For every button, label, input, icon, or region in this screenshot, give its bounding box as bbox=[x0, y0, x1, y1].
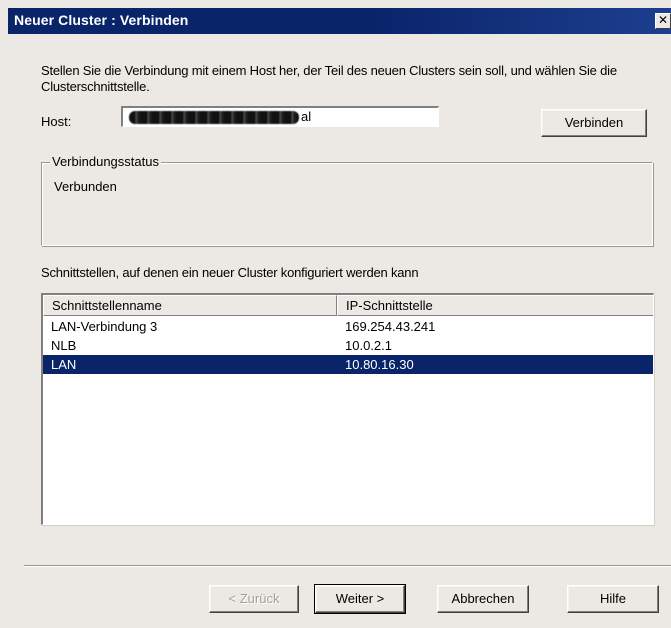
back-button[interactable]: < Zurück bbox=[209, 585, 299, 613]
list-row-selected[interactable]: LAN 10.80.16.30 bbox=[43, 355, 653, 374]
row-interface-name: LAN bbox=[51, 357, 77, 372]
interfaces-caption: Schnittstellen, auf denen ein neuer Clus… bbox=[41, 265, 419, 280]
row-ip-address: 10.0.2.1 bbox=[345, 338, 392, 353]
row-interface-name: LAN-Verbindung 3 bbox=[51, 319, 158, 334]
help-button[interactable]: Hilfe bbox=[567, 585, 659, 613]
cancel-button[interactable]: Abbrechen bbox=[437, 585, 529, 613]
intro-text: Stellen Sie die Verbindung mit einem Hos… bbox=[41, 63, 617, 94]
interfaces-list[interactable]: Schnittstellenname IP-Schnittstelle LAN-… bbox=[41, 293, 654, 525]
row-ip-address: 169.254.43.241 bbox=[345, 319, 436, 334]
list-header: Schnittstellenname IP-Schnittstelle bbox=[43, 295, 653, 316]
close-icon[interactable]: ✕ bbox=[655, 13, 671, 29]
column-header-interface-name[interactable]: Schnittstellenname bbox=[43, 295, 337, 316]
connection-status-group: Verbindungsstatus Verbunden bbox=[41, 154, 653, 246]
redacted-hostname bbox=[129, 111, 299, 124]
host-input[interactable]: al bbox=[121, 106, 439, 127]
row-ip-address: 10.80.16.30 bbox=[345, 357, 414, 372]
bottom-separator bbox=[24, 565, 671, 567]
connect-button[interactable]: Verbinden bbox=[541, 109, 647, 137]
column-header-ip-interface[interactable]: IP-Schnittstelle bbox=[337, 295, 653, 316]
next-button[interactable]: Weiter > bbox=[314, 584, 406, 614]
host-label: Host: bbox=[41, 114, 72, 129]
connection-status-text: Verbunden bbox=[54, 179, 117, 194]
new-cluster-connect-dialog: Neuer Cluster : Verbinden ✕ Stellen Sie … bbox=[0, 0, 671, 628]
list-row[interactable]: NLB 10.0.2.1 bbox=[43, 336, 653, 355]
title-bar[interactable]: Neuer Cluster : Verbinden ✕ bbox=[8, 8, 671, 34]
row-interface-name: NLB bbox=[51, 338, 77, 353]
window-title: Neuer Cluster : Verbinden bbox=[14, 12, 189, 28]
connection-status-legend: Verbindungsstatus bbox=[50, 154, 161, 169]
list-row[interactable]: LAN-Verbindung 3 169.254.43.241 bbox=[43, 317, 653, 336]
host-value-suffix: al bbox=[301, 109, 312, 124]
